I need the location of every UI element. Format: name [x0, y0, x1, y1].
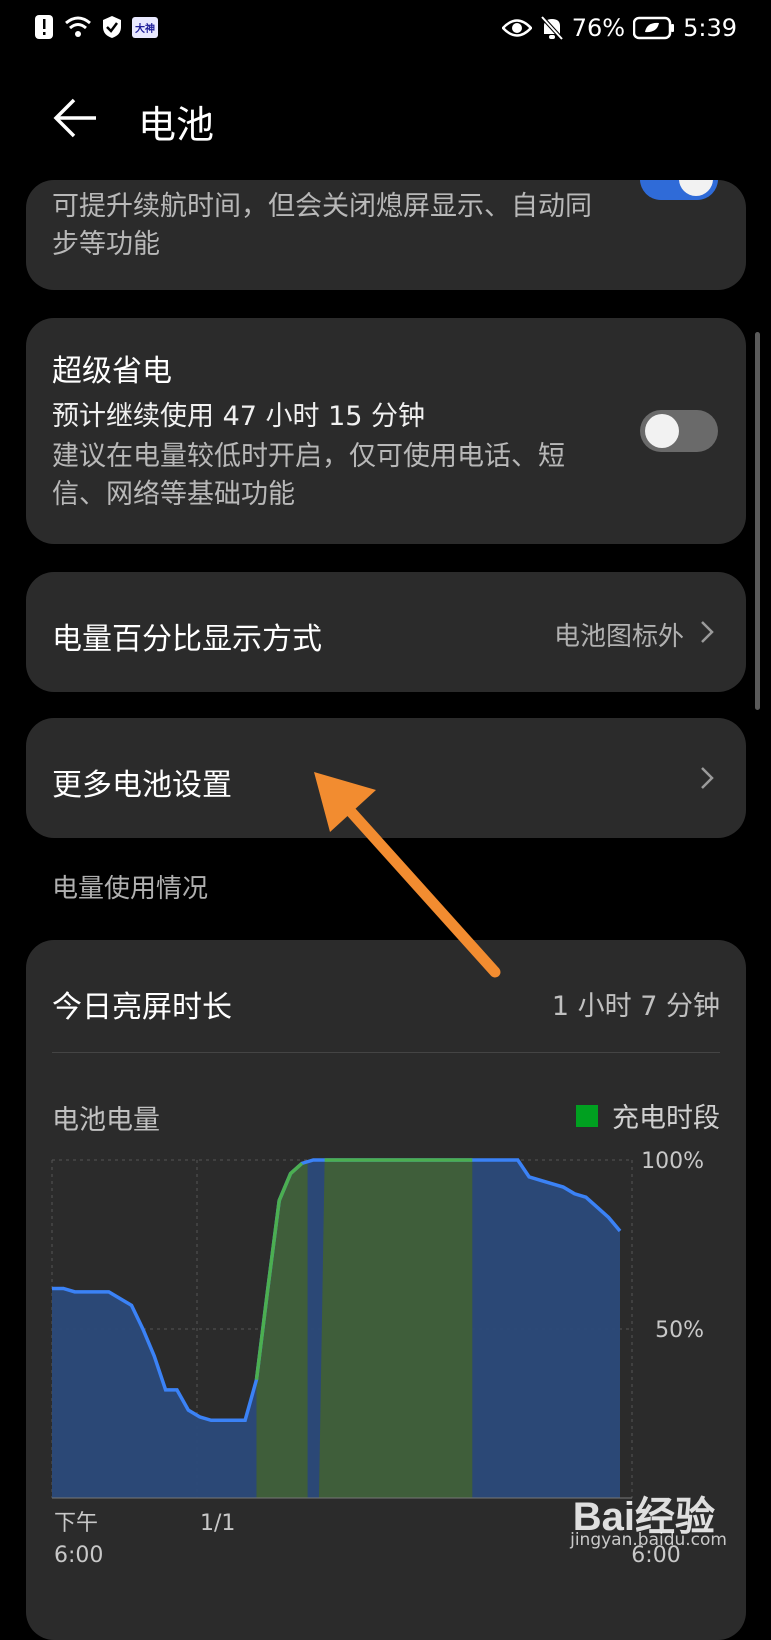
x-tick-label: 1/1 [200, 1511, 235, 1536]
x-tick-label: 下午 [54, 1511, 98, 1536]
charging-period-1 [318, 1160, 473, 1498]
annotation-arrow-icon [314, 772, 501, 978]
watermark-url: jingyan.baidu.com [570, 1530, 727, 1550]
y-tick-label: 100% [641, 1149, 704, 1174]
y-tick-label: 50% [655, 1318, 704, 1343]
x-tick-label: 6:00 [54, 1543, 103, 1568]
